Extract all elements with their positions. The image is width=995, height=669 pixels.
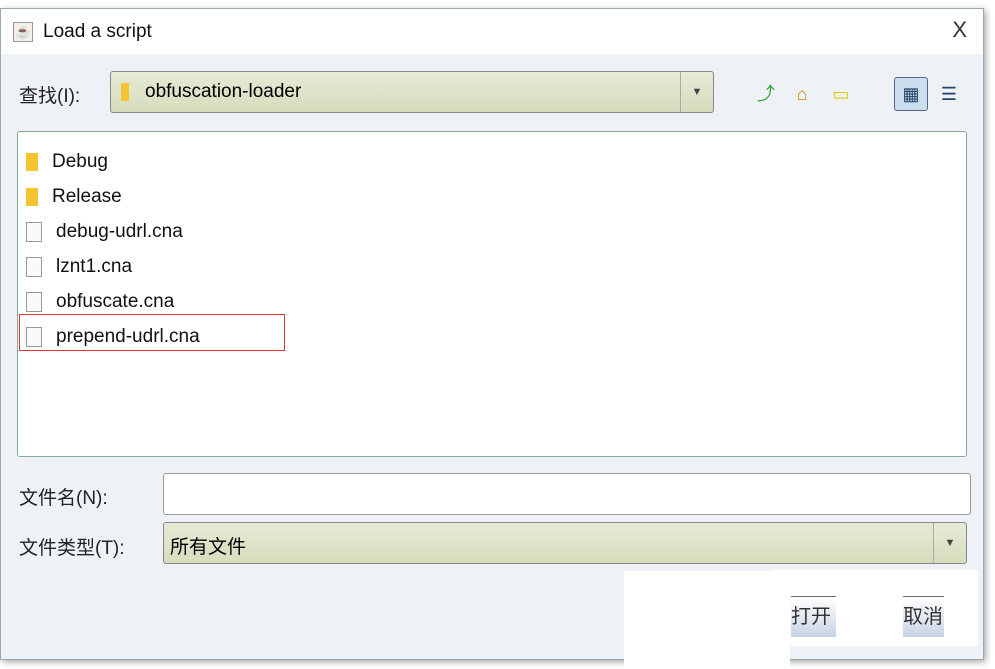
file-name: lznt1.cna bbox=[56, 256, 133, 277]
open-button[interactable]: 打开 bbox=[791, 596, 836, 637]
look-in-label: 查找(I): bbox=[19, 86, 81, 107]
list-item[interactable]: Release bbox=[26, 182, 122, 212]
file-type-combo[interactable]: 所有文件 ▼ bbox=[163, 522, 967, 564]
file-name-label: 文件名(N): bbox=[19, 488, 108, 509]
redaction-patch bbox=[624, 571, 790, 669]
file-name: obfuscate.cna bbox=[56, 291, 175, 312]
list-item[interactable]: debug-udrl.cna bbox=[26, 217, 183, 247]
folder-icon bbox=[121, 83, 129, 101]
file-name: debug-udrl.cna bbox=[56, 221, 183, 242]
look-in-combo[interactable]: obfuscation-loader ▼ bbox=[110, 71, 714, 113]
details-view-icon[interactable]: ☰ bbox=[936, 81, 962, 107]
look-in-value: obfuscation-loader bbox=[145, 81, 302, 102]
java-icon: ☕ bbox=[13, 22, 33, 42]
home-icon[interactable]: ⌂ bbox=[789, 81, 815, 107]
file-type-label: 文件类型(T): bbox=[19, 538, 125, 559]
file-type-value: 所有文件 bbox=[170, 537, 247, 558]
list-view-icon[interactable]: ▦ bbox=[894, 77, 928, 111]
file-name: Debug bbox=[52, 151, 108, 172]
file-name: Release bbox=[52, 186, 122, 207]
file-icon bbox=[26, 292, 42, 312]
file-icon bbox=[26, 222, 42, 242]
chevron-down-icon[interactable]: ▼ bbox=[680, 72, 713, 112]
load-script-dialog: ☕ Load a script X 查找(I): obfuscation-loa… bbox=[0, 8, 984, 660]
title-bar: ☕ Load a script X bbox=[1, 9, 983, 54]
folder-icon bbox=[26, 188, 38, 206]
dialog-title: Load a script bbox=[43, 21, 152, 42]
chevron-down-icon[interactable]: ▼ bbox=[933, 523, 966, 563]
list-item[interactable]: Debug bbox=[26, 147, 108, 177]
file-name-input[interactable] bbox=[163, 473, 971, 515]
cancel-button[interactable]: 取消 bbox=[903, 596, 944, 637]
close-button[interactable]: X bbox=[952, 17, 967, 43]
folder-icon bbox=[26, 153, 38, 171]
highlight-box bbox=[19, 314, 285, 351]
list-item[interactable]: lznt1.cna bbox=[26, 252, 132, 282]
up-folder-icon[interactable]: ⤴ bbox=[753, 81, 779, 107]
file-icon bbox=[26, 257, 42, 277]
new-folder-icon[interactable]: ▭ bbox=[828, 81, 854, 107]
list-item[interactable]: obfuscate.cna bbox=[26, 287, 174, 317]
file-list[interactable]: Debug Release debug-udrl.cna lznt1.cna o… bbox=[17, 131, 967, 457]
